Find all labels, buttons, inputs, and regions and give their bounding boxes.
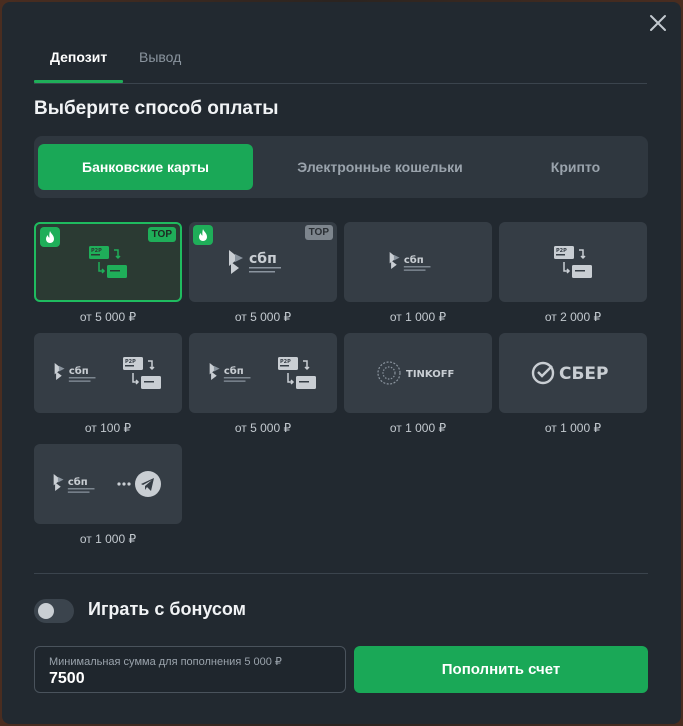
svg-text:сбп: сбп — [69, 365, 89, 377]
min-amount-label: от 1 000 ₽ — [544, 421, 602, 435]
payment-method-card[interactable]: сбп P2P — [189, 333, 337, 413]
min-amount-label: от 100 ₽ — [84, 421, 132, 435]
close-icon[interactable] — [647, 12, 669, 34]
svg-text:P2P: P2P — [125, 359, 136, 365]
payment-category-selector: Банковские карты Электронные кошельки Кр… — [34, 136, 648, 198]
sbp-logo-small: сбп — [344, 222, 492, 302]
amount-input[interactable] — [49, 669, 329, 689]
payment-method-card[interactable]: сбп — [344, 222, 492, 302]
p2p-transfer-icon: P2P — [499, 222, 647, 302]
top-badge: TOP — [147, 227, 176, 242]
svg-text:сбп: сбп — [224, 365, 244, 377]
svg-text:P2P: P2P — [91, 248, 102, 254]
amount-field[interactable]: Минимальная сумма для пополнения 5 000 ₽ — [34, 646, 346, 693]
tinkoff-logo: TINKOFF — [344, 333, 492, 413]
tab-deposit[interactable]: Депозит — [50, 49, 107, 65]
tab-withdraw[interactable]: Вывод — [139, 49, 181, 65]
active-tab-indicator — [34, 80, 123, 83]
top-badge: TOP — [304, 225, 333, 240]
sber-logo: СБЕР — [499, 333, 647, 413]
min-amount-label: от 2 000 ₽ — [544, 310, 602, 324]
svg-text:сбп: сбп — [404, 254, 424, 266]
min-amount-label: от 1 000 ₽ — [389, 310, 447, 324]
payment-method-card[interactable]: сбп TOP — [189, 222, 337, 302]
fire-icon — [193, 225, 213, 245]
min-amount-label: от 5 000 ₽ — [79, 310, 137, 324]
bonus-toggle[interactable] — [34, 599, 74, 623]
svg-text:сбп: сбп — [249, 251, 277, 267]
segment-e-wallets[interactable]: Электронные кошельки — [255, 144, 505, 190]
min-amount-label: от 1 000 ₽ — [79, 532, 137, 546]
min-amount-label: от 1 000 ₽ — [389, 421, 447, 435]
svg-text:СБЕР: СБЕР — [559, 364, 609, 384]
payment-method-card[interactable]: сбп — [34, 444, 182, 524]
fire-icon — [40, 227, 60, 247]
sbp-p2p-logo: сбп P2P — [34, 333, 182, 413]
sbp-p2p-logo: сбп P2P — [189, 333, 337, 413]
svg-text:P2P: P2P — [556, 248, 567, 254]
svg-text:сбп: сбп — [68, 476, 88, 488]
svg-text:P2P: P2P — [280, 359, 291, 365]
payment-method-card[interactable]: P2P TOP — [34, 222, 182, 302]
tab-bar: Депозит Вывод — [34, 2, 647, 84]
divider — [34, 573, 648, 574]
page-title: Выберите способ оплаты — [34, 98, 279, 119]
sbp-telegram-logo: сбп — [34, 444, 182, 524]
min-amount-label: от 5 000 ₽ — [234, 310, 292, 324]
deposit-modal: Депозит Вывод Выберите способ оплаты Бан… — [2, 2, 681, 724]
segment-bank-cards[interactable]: Банковские карты — [38, 144, 253, 190]
payment-method-card[interactable]: P2P — [499, 222, 647, 302]
segment-crypto[interactable]: Крипто — [507, 144, 644, 190]
payment-method-card[interactable]: СБЕР — [499, 333, 647, 413]
svg-text:TINKOFF: TINKOFF — [406, 369, 454, 380]
payment-method-card[interactable]: сбп P2P — [34, 333, 182, 413]
toggle-knob — [38, 603, 54, 619]
amount-hint: Минимальная сумма для пополнения 5 000 ₽ — [49, 656, 282, 668]
bonus-label: Играть с бонусом — [88, 599, 246, 619]
min-amount-label: от 5 000 ₽ — [234, 421, 292, 435]
payment-method-card[interactable]: TINKOFF — [344, 333, 492, 413]
deposit-submit-button[interactable]: Пополнить счет — [354, 646, 648, 693]
